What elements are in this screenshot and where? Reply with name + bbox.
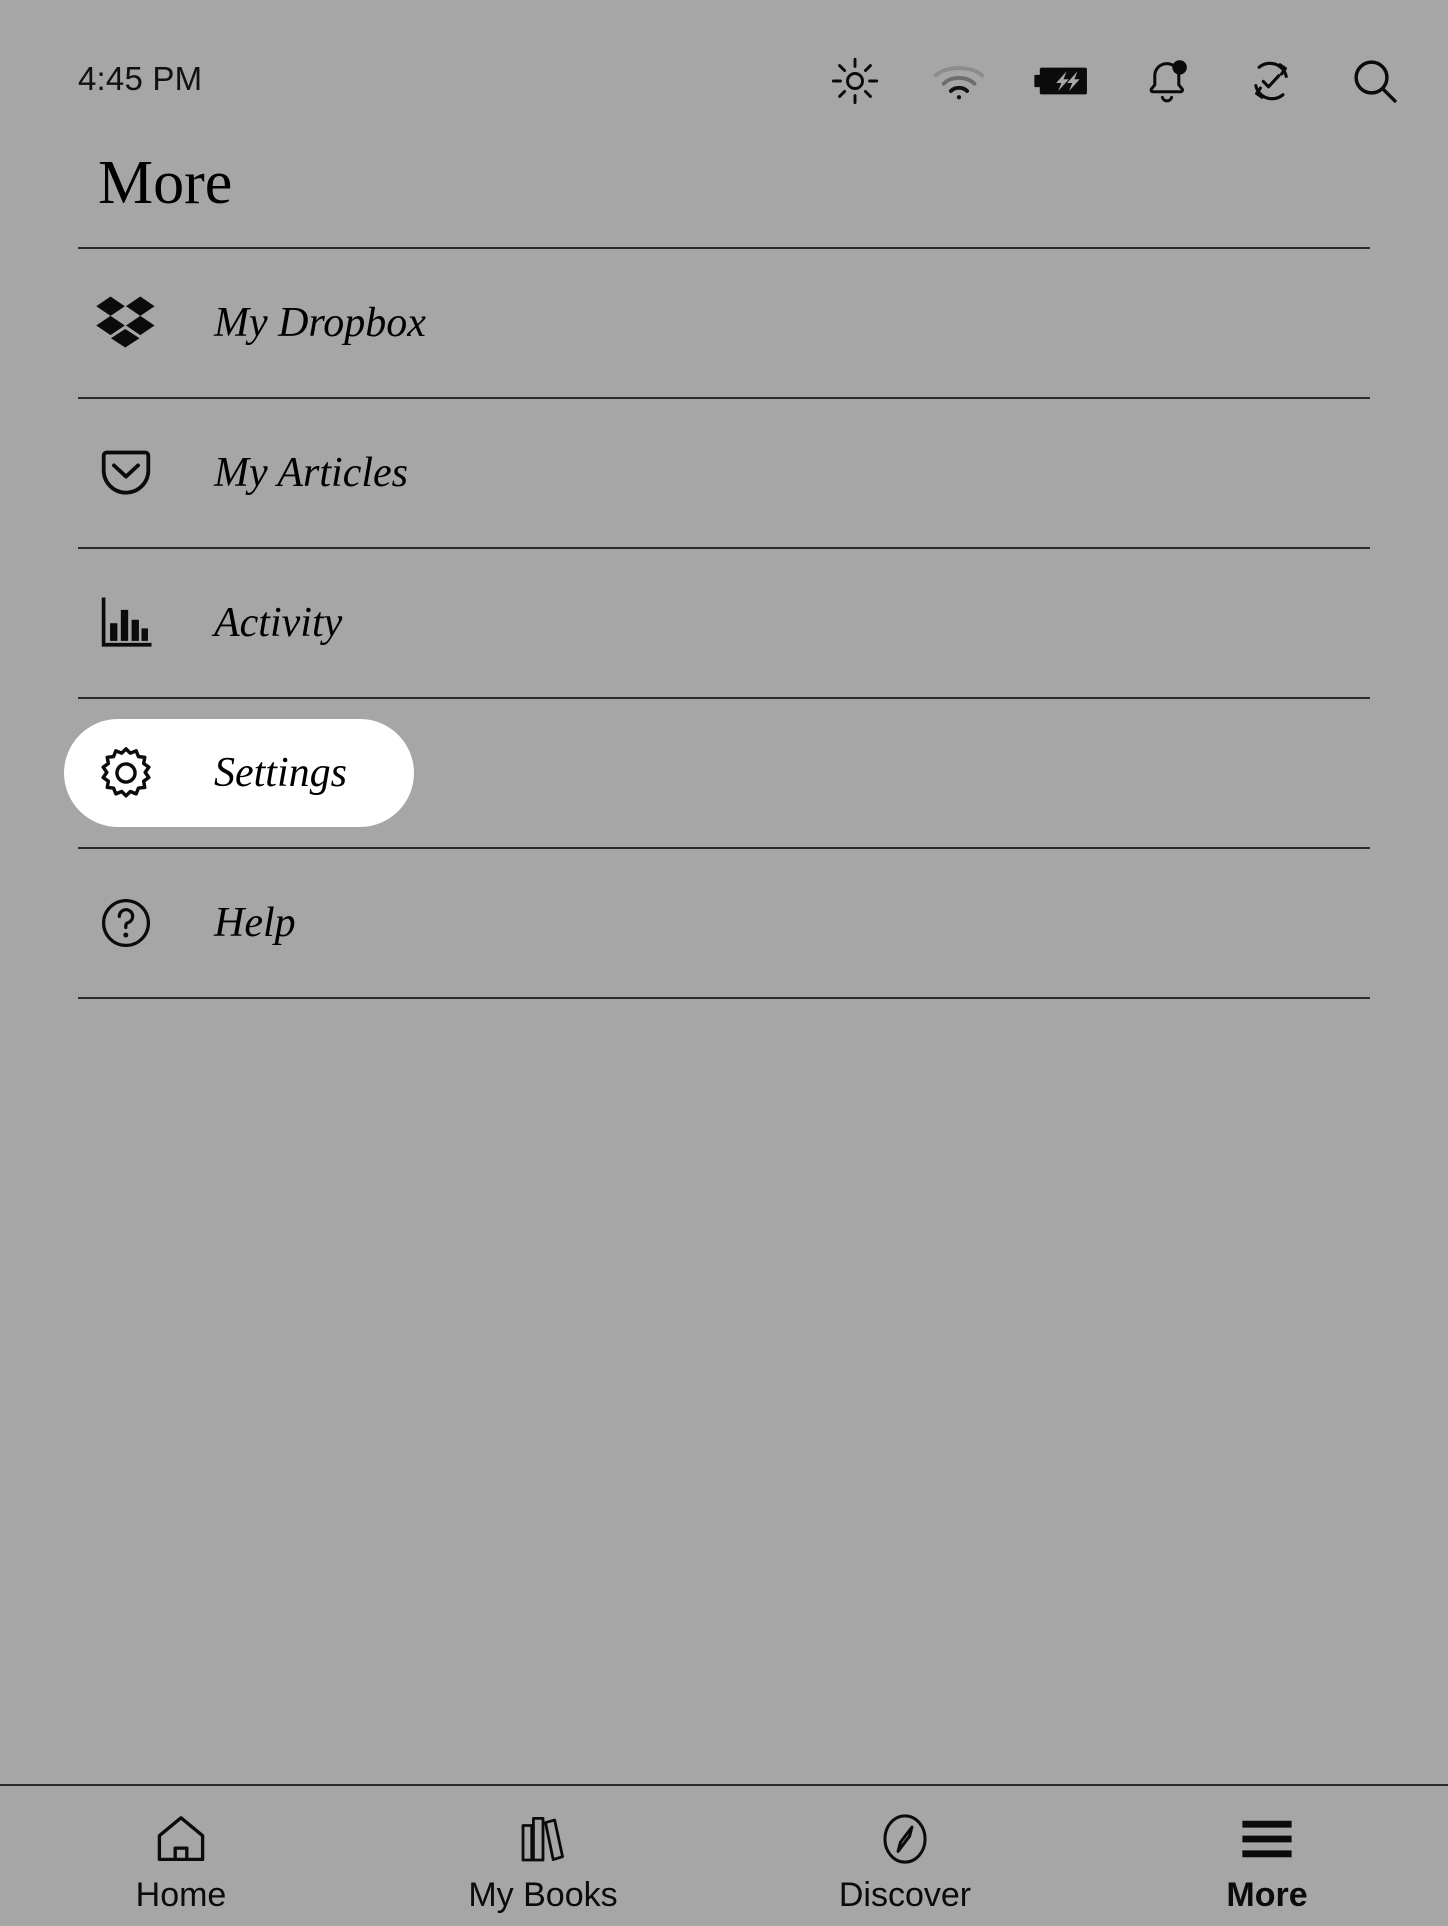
bar-chart-icon bbox=[78, 596, 174, 650]
dropbox-icon bbox=[78, 295, 174, 351]
gear-icon bbox=[78, 745, 174, 801]
menu-item-label: Activity bbox=[214, 599, 342, 647]
menu-item-label: Help bbox=[214, 899, 296, 947]
page-title: More bbox=[98, 152, 232, 214]
search-icon[interactable] bbox=[1346, 52, 1404, 110]
help-circle-icon bbox=[78, 895, 174, 951]
menu-item-label: My Dropbox bbox=[214, 299, 426, 347]
pocket-icon bbox=[78, 444, 174, 502]
books-icon bbox=[518, 1812, 568, 1866]
nav-item-more[interactable]: More bbox=[1086, 1786, 1448, 1915]
compass-icon bbox=[881, 1812, 929, 1866]
menu-item-label: Settings bbox=[214, 749, 347, 797]
bottom-navigation: Home My Books Discover bbox=[0, 1784, 1448, 1926]
sync-check-icon[interactable] bbox=[1242, 52, 1300, 110]
nav-item-label: More bbox=[1226, 1876, 1307, 1915]
status-bar-icons bbox=[826, 52, 1404, 110]
menu-item-my-dropbox[interactable]: My Dropbox bbox=[78, 249, 1370, 397]
status-bar: 4:45 PM bbox=[0, 0, 1448, 132]
menu-item-label: My Articles bbox=[214, 449, 408, 497]
notification-bell-icon[interactable] bbox=[1138, 52, 1196, 110]
menu-item-activity[interactable]: Activity bbox=[78, 549, 1370, 697]
nav-item-home[interactable]: Home bbox=[0, 1786, 362, 1915]
menu-item-my-articles[interactable]: My Articles bbox=[78, 399, 1370, 547]
wifi-icon[interactable] bbox=[930, 52, 988, 110]
battery-charging-icon[interactable] bbox=[1034, 52, 1092, 110]
menu-item-help[interactable]: Help bbox=[78, 849, 1370, 997]
more-menu-list: My Dropbox My Articles bbox=[78, 247, 1370, 999]
nav-item-label: My Books bbox=[468, 1876, 617, 1915]
status-time: 4:45 PM bbox=[78, 60, 202, 98]
nav-item-my-books[interactable]: My Books bbox=[362, 1786, 724, 1915]
nav-item-label: Discover bbox=[839, 1876, 971, 1915]
menu-item-settings[interactable]: Settings bbox=[78, 699, 1370, 847]
divider bbox=[78, 997, 1370, 999]
nav-item-label: Home bbox=[136, 1876, 227, 1915]
brightness-icon[interactable] bbox=[826, 52, 884, 110]
nav-item-discover[interactable]: Discover bbox=[724, 1786, 1086, 1915]
hamburger-icon bbox=[1241, 1812, 1293, 1866]
home-icon bbox=[154, 1812, 208, 1866]
